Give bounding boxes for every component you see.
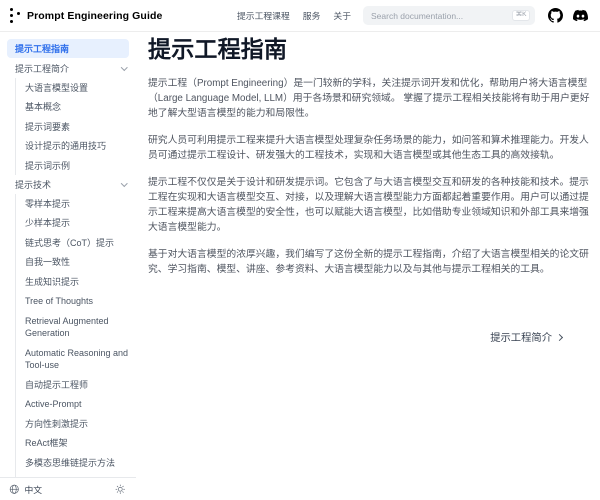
- sidebar-item[interactable]: 设计提示的通用技巧: [15, 136, 136, 156]
- sidebar-item-label: 基本概念: [25, 100, 61, 114]
- sidebar-item[interactable]: 提示词示例: [15, 156, 136, 176]
- header-nav: 提示工程课程 服务 关于: [237, 9, 351, 22]
- sidebar-item-label: 设计提示的通用技巧: [25, 139, 106, 153]
- sidebar-item-label: 大语言模型设置: [25, 81, 88, 95]
- sidebar-item[interactable]: Active-Prompt: [15, 394, 136, 414]
- globe-icon: [9, 484, 20, 495]
- sidebar-item[interactable]: 少样本提示: [15, 213, 136, 233]
- sidebar-item[interactable]: 自动提示工程师: [15, 375, 136, 395]
- sidebar-item-label: Retrieval Augmented Generation: [25, 314, 130, 340]
- page-title: 提示工程指南: [148, 30, 590, 64]
- sidebar-item[interactable]: 提示技术: [0, 175, 136, 194]
- sidebar-item-label: Tree of Thoughts: [25, 294, 93, 308]
- language-switcher[interactable]: 中文: [9, 483, 42, 496]
- brand-logo[interactable]: Prompt Engineering Guide: [10, 8, 162, 23]
- sidebar-item[interactable]: 多模态思维链提示方法: [15, 453, 136, 473]
- sidebar-item[interactable]: 提示词要素: [15, 117, 136, 137]
- top-header: Prompt Engineering Guide 提示工程课程 服务 关于 Se…: [0, 0, 600, 32]
- language-label: 中文: [25, 483, 43, 496]
- sidebar-item[interactable]: 基本概念: [15, 97, 136, 117]
- sidebar-item[interactable]: Retrieval Augmented Generation: [15, 311, 136, 343]
- sidebar-item-label: 零样本提示: [25, 197, 70, 211]
- nav-link-about[interactable]: 关于: [333, 9, 351, 22]
- github-icon[interactable]: [548, 8, 563, 23]
- nav-link-services[interactable]: 服务: [303, 9, 321, 22]
- sidebar-item[interactable]: ReAct框架: [15, 433, 136, 453]
- chevron-down-icon: [121, 64, 127, 70]
- sidebar-item[interactable]: Automatic Reasoning and Tool-use: [15, 343, 136, 375]
- sidebar-item-label: 自我一致性: [25, 255, 70, 269]
- sidebar-item-label: ReAct框架: [25, 436, 68, 450]
- search-input[interactable]: Search documentation... ⌘K: [363, 6, 535, 25]
- theme-toggle[interactable]: [115, 484, 126, 495]
- paragraph: 提示工程不仅仅是关于设计和研发提示词。它包含了与大语言模型交互和研发的各种技能和…: [148, 175, 590, 235]
- search-shortcut-kbd: ⌘K: [512, 10, 530, 21]
- article-body: 提示工程（Prompt Engineering）是一门较新的学科，关注提示词开发…: [148, 76, 590, 277]
- sidebar-item[interactable]: 零样本提示: [15, 194, 136, 214]
- paragraph: 提示工程（Prompt Engineering）是一门较新的学科，关注提示词开发…: [148, 76, 590, 121]
- chevron-down-icon: [121, 180, 127, 186]
- sidebar-item[interactable]: 提示工程简介: [0, 59, 136, 78]
- search-placeholder: Search documentation...: [371, 11, 512, 21]
- discord-icon[interactable]: [573, 8, 588, 23]
- sidebar-item[interactable]: 链式思考（CoT）提示: [15, 233, 136, 253]
- sidebar-item-label: 多模态思维链提示方法: [25, 456, 115, 470]
- next-page-link[interactable]: 提示工程简介: [490, 329, 562, 344]
- sidebar-item-label: 方向性刺激提示: [25, 417, 88, 431]
- sidebar-item[interactable]: 方向性刺激提示: [15, 414, 136, 434]
- sidebar-footer: 中文: [0, 477, 136, 500]
- sidebar-item-label: 提示工程简介: [15, 62, 69, 75]
- sidebar-item-label: 生成知识提示: [25, 275, 79, 289]
- sidebar-item[interactable]: Tree of Thoughts: [15, 291, 136, 311]
- dots-logo-icon: [10, 8, 21, 23]
- paragraph: 基于对大语言模型的浓厚兴趣，我们编写了这份全新的提示工程指南，介绍了大语言模型相…: [148, 247, 590, 277]
- sidebar-item-label: 少样本提示: [25, 216, 70, 230]
- next-page-label: 提示工程简介: [490, 329, 552, 344]
- chevron-right-icon: [556, 333, 563, 340]
- sidebar-item[interactable]: 自我一致性: [15, 252, 136, 272]
- sidebar-item-label: 提示词要素: [25, 120, 70, 134]
- sidebar-item[interactable]: 大语言模型设置: [15, 78, 136, 98]
- sun-icon: [115, 484, 126, 495]
- sidebar-item[interactable]: 提示工程指南: [7, 39, 129, 58]
- sidebar-item[interactable]: 生成知识提示: [15, 272, 136, 292]
- sidebar-nav: 提示工程指南提示工程简介大语言模型设置基本概念提示词要素设计提示的通用技巧提示词…: [0, 32, 136, 477]
- sidebar-item-label: Automatic Reasoning and Tool-use: [25, 346, 130, 372]
- brand-title: Prompt Engineering Guide: [27, 10, 162, 22]
- paragraph: 研究人员可利用提示工程来提升大语言模型处理复杂任务场景的能力，如问答和算术推理能…: [148, 133, 590, 163]
- sidebar-item-label: 链式思考（CoT）提示: [25, 236, 114, 250]
- sidebar-item-label: 提示工程指南: [15, 42, 69, 55]
- sidebar-item-label: Active-Prompt: [25, 397, 82, 411]
- sidebar: 提示工程指南提示工程简介大语言模型设置基本概念提示词要素设计提示的通用技巧提示词…: [0, 32, 136, 500]
- main-content: 提示工程指南 提示工程指南 提示工程（Prompt Engineering）是一…: [136, 0, 600, 344]
- sidebar-item-label: 提示词示例: [25, 159, 70, 173]
- nav-link-course[interactable]: 提示工程课程: [237, 9, 290, 22]
- sidebar-item-label: 提示技术: [15, 178, 51, 191]
- sidebar-item-label: 自动提示工程师: [25, 378, 88, 392]
